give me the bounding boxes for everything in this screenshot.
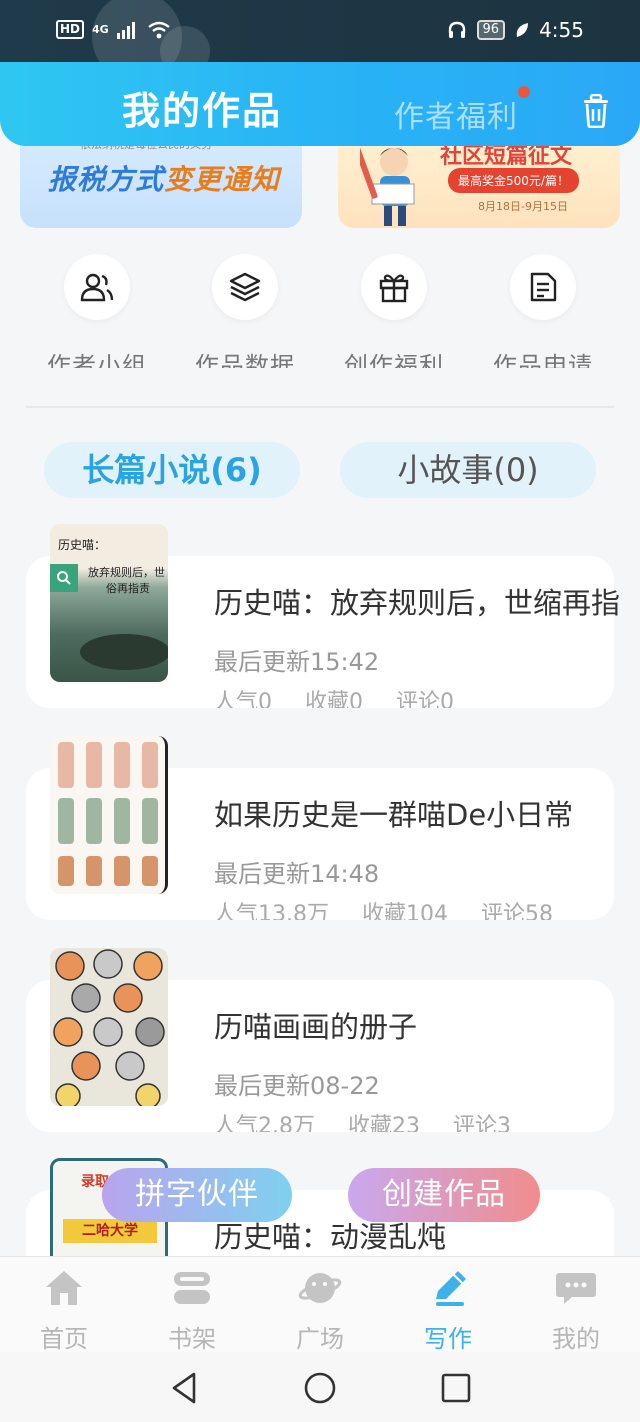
signal-label: 4G xyxy=(92,23,109,36)
hd-badge: HD xyxy=(56,20,85,39)
quick-links: 作者小组 作品数据 创作福利 作品申请 xyxy=(0,254,640,374)
trash-icon[interactable] xyxy=(580,94,612,128)
banner-headline-accent: 变更通知 xyxy=(164,163,281,196)
status-right: 96 4:55 xyxy=(447,18,584,42)
work-favorites: 收藏104 xyxy=(362,902,448,920)
nav-bookshelf[interactable]: 书架 xyxy=(128,1269,256,1354)
status-bar: HD 4G 96 4:55 xyxy=(0,0,640,82)
work-cover[interactable]: 历史喵： 放弃规则后，世 俗再指责 xyxy=(50,524,168,682)
writer-illustration xyxy=(360,141,415,226)
work-comments: 评论0 xyxy=(396,690,454,708)
character-grid-illustration xyxy=(58,742,158,886)
quick-link-creation-welfare[interactable]: 创作福利 xyxy=(319,254,469,368)
nav-label: 首页 xyxy=(40,1325,88,1353)
quick-link-work-data[interactable]: 作品数据 xyxy=(170,254,320,368)
battery-indicator: 96 xyxy=(476,20,506,40)
wifi-icon xyxy=(147,21,170,38)
work-popularity: 人气2.8万 xyxy=(214,1114,315,1132)
cover-text: 历史喵： xyxy=(58,538,107,552)
work-last-update: 最后更新15:42 xyxy=(214,648,380,676)
nav-square[interactable]: 广场 xyxy=(256,1269,384,1354)
work-title: 历喵画画的册子 xyxy=(214,1010,418,1044)
contest-date: 8月18日-9月15日 xyxy=(478,200,568,213)
work-stats: 人气13.8万 收藏104 评论58 xyxy=(214,896,579,920)
create-work-button[interactable]: 创建作品 xyxy=(348,1168,540,1222)
work-favorites: 收藏23 xyxy=(348,1114,420,1132)
nav-label: 写作 xyxy=(424,1325,472,1353)
work-cover[interactable] xyxy=(50,736,168,894)
bookshelf-icon xyxy=(174,1272,210,1304)
work-title: 如果历史是一群喵De小日常 xyxy=(214,798,574,832)
divider xyxy=(26,406,614,408)
pen-icon xyxy=(436,1271,466,1306)
work-comments: 评论3 xyxy=(453,1114,511,1132)
tab-short-story[interactable]: 小故事(0) xyxy=(340,442,596,498)
cover-search-badge xyxy=(50,564,78,592)
notification-dot xyxy=(518,86,530,98)
tab-long-novel[interactable]: 长篇小说(6) xyxy=(44,442,300,498)
quick-link-label: 创作福利 xyxy=(344,352,444,368)
work-comments: 评论58 xyxy=(481,902,553,920)
home-icon xyxy=(46,1271,82,1305)
cover-text: 放弃规则后，世 xyxy=(88,566,165,579)
quick-link-author-group[interactable]: 作者小组 xyxy=(22,254,172,368)
prize-pill: 最高奖金500元/篇！ xyxy=(448,168,579,193)
nav-home[interactable]: 首页 xyxy=(0,1269,128,1354)
chat-bubble-icon xyxy=(556,1273,596,1304)
tab-author-welfare[interactable]: 作者福利 xyxy=(394,92,518,136)
search-icon xyxy=(57,571,71,585)
banner-headline: 报税方式变更通知 xyxy=(48,158,280,198)
gift-icon xyxy=(361,254,427,320)
nav-mine[interactable]: 我的 xyxy=(512,1269,640,1354)
leaf-icon xyxy=(516,23,529,37)
work-title: 历史喵：放弃规则后，世缩再指 xyxy=(214,586,621,620)
quick-link-label: 作者小组 xyxy=(47,352,147,368)
document-icon xyxy=(510,254,576,320)
work-cover[interactable] xyxy=(50,948,168,1106)
system-nav-bar xyxy=(0,1352,640,1422)
work-popularity: 人气13.8万 xyxy=(214,902,329,920)
nav-label: 我的 xyxy=(552,1325,600,1353)
bottom-nav: 首页 书架 广场 写作 我的 xyxy=(0,1256,640,1354)
work-stats: 人气2.8万 收藏23 评论3 xyxy=(214,1108,537,1132)
work-last-update: 最后更新08-22 xyxy=(214,1072,380,1100)
typing-partner-button[interactable]: 拼字伙伴 xyxy=(102,1168,292,1222)
home-circle-icon[interactable] xyxy=(302,1370,338,1406)
headphones-icon xyxy=(448,21,465,38)
work-favorites: 收藏0 xyxy=(305,690,363,708)
quick-link-work-application[interactable]: 作品申请 xyxy=(468,254,618,368)
cats-illustration xyxy=(53,949,165,1106)
quick-link-label: 作品数据 xyxy=(195,352,295,368)
cover-shape xyxy=(80,634,168,670)
layers-icon xyxy=(212,254,278,320)
clock: 4:55 xyxy=(539,18,584,42)
quick-link-label: 作品申请 xyxy=(493,352,593,368)
nav-label: 广场 xyxy=(296,1325,344,1353)
nav-label: 书架 xyxy=(168,1325,216,1353)
back-icon[interactable] xyxy=(166,1370,202,1406)
nav-writing[interactable]: 写作 xyxy=(384,1269,512,1354)
cover-text: 俗再指责 xyxy=(106,582,150,595)
page-title[interactable]: 我的作品 xyxy=(122,80,282,135)
app-header: 我的作品 作者福利 xyxy=(0,62,640,146)
cover-text: 二哈大学 xyxy=(63,1219,157,1243)
recents-icon[interactable] xyxy=(438,1370,474,1406)
status-left: HD 4G xyxy=(56,20,171,39)
signal-icon xyxy=(116,21,135,39)
planet-icon xyxy=(298,1273,342,1303)
work-stats: 人气0 收藏0 评论0 xyxy=(214,684,480,708)
group-icon xyxy=(64,254,130,320)
banner-headline-main: 报税方式 xyxy=(48,163,165,196)
work-popularity: 人气0 xyxy=(214,690,272,708)
work-last-update: 最后更新14:48 xyxy=(214,860,380,888)
